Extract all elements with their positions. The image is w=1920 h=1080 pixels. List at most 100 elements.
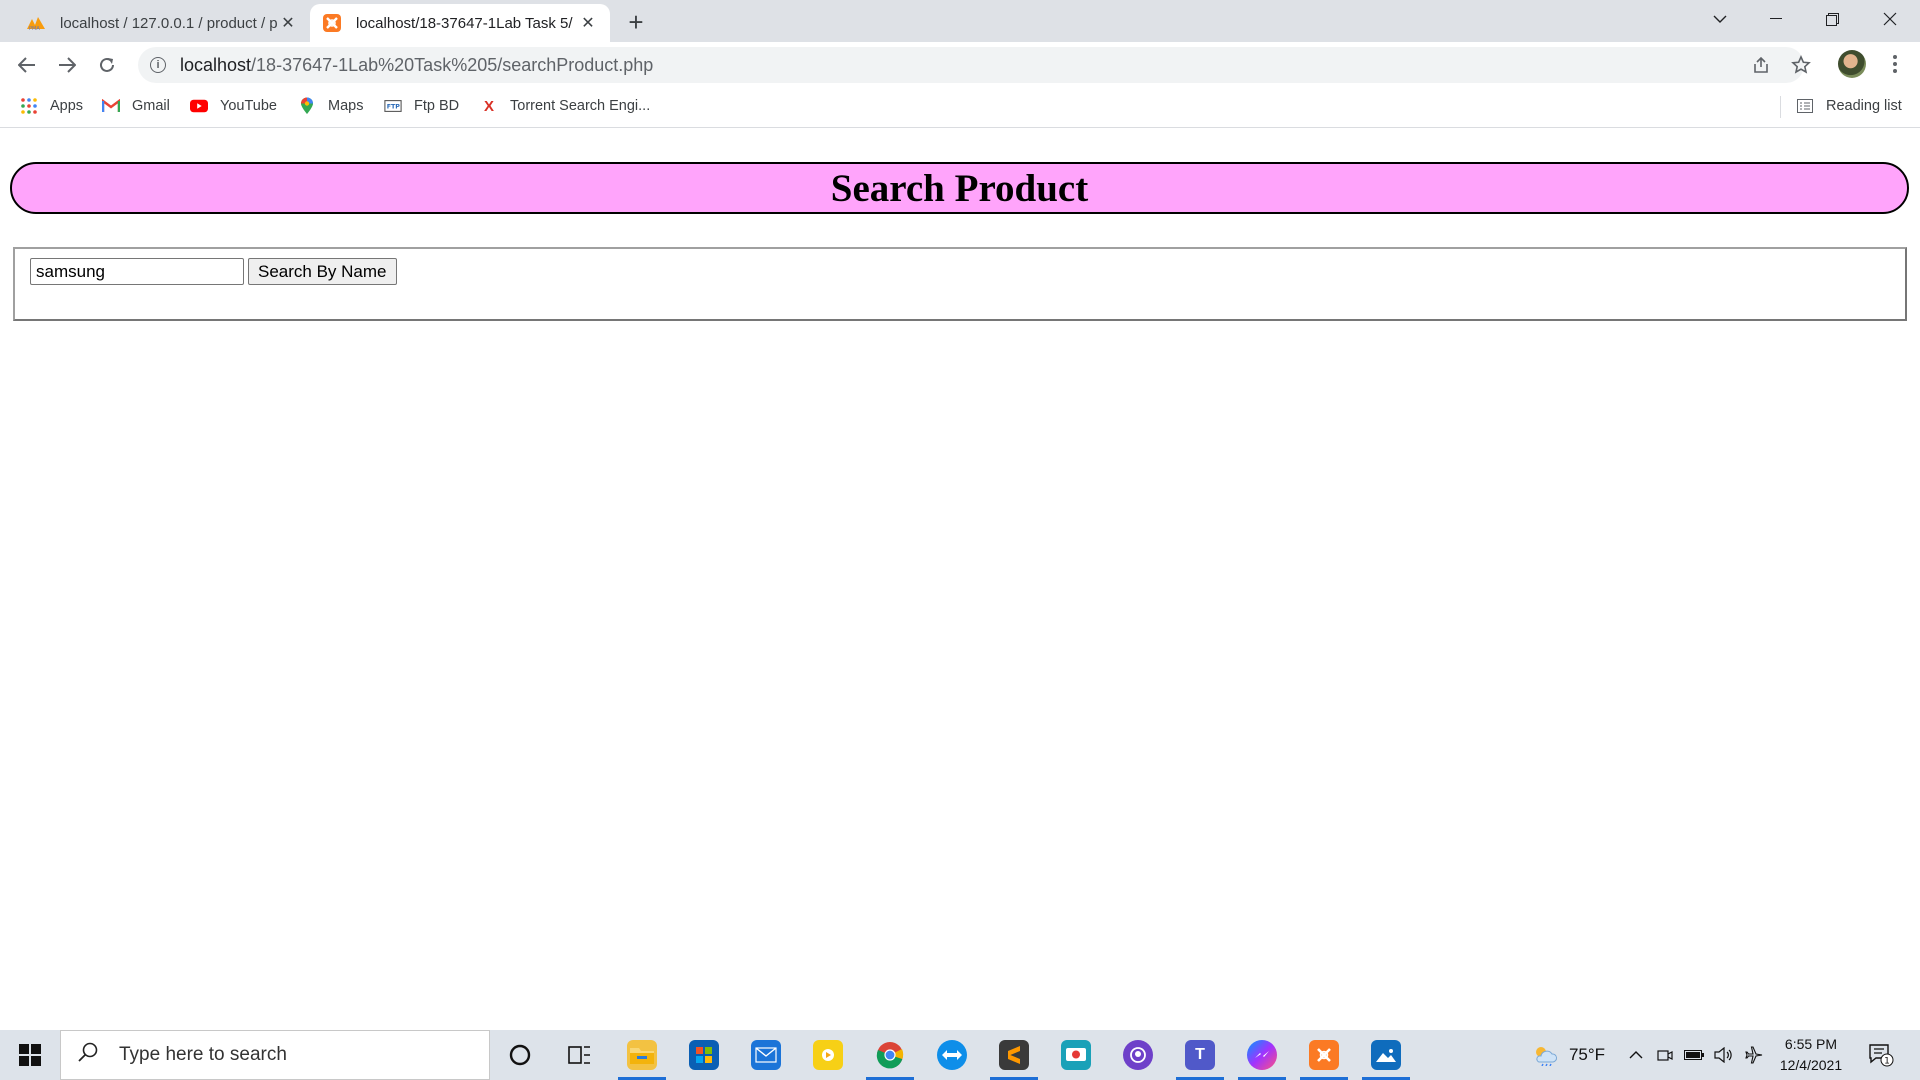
ftp-icon: FTP xyxy=(384,97,402,115)
search-input[interactable] xyxy=(30,258,244,285)
cortana-button[interactable] xyxy=(492,1030,548,1080)
notification-count: 1 xyxy=(1884,1057,1890,1067)
bookmark-label: Gmail xyxy=(132,98,170,114)
tab-title: localhost / 127.0.0.1 / product / p xyxy=(60,14,278,32)
xampp-icon xyxy=(1309,1040,1339,1070)
taskbar-search-placeholder: Type here to search xyxy=(119,1044,287,1065)
tab-close-icon[interactable]: ✕ xyxy=(578,13,598,33)
forward-arrow-icon[interactable] xyxy=(52,50,82,80)
search-icon xyxy=(77,1041,101,1069)
task-view-icon xyxy=(568,1046,590,1064)
taskbar-microsoft-teams[interactable]: T xyxy=(1172,1030,1228,1080)
bookmark-label: YouTube xyxy=(220,98,277,114)
taskbar-microsoft-store[interactable] xyxy=(676,1030,732,1080)
bookmark-gmail[interactable]: Gmail xyxy=(102,88,170,124)
apps-grid-icon xyxy=(20,97,38,115)
tab-search-product[interactable]: localhost/18-37647-1Lab Task 5/ ✕ xyxy=(310,4,610,42)
meet-now-icon[interactable] xyxy=(1652,1030,1678,1080)
search-form: Search By Name xyxy=(13,247,1907,321)
clock-time: 6:55 PM xyxy=(1784,1036,1838,1052)
tab-strip: PMA localhost / 127.0.0.1 / product / p … xyxy=(0,0,1920,42)
gmail-icon xyxy=(102,97,120,115)
taskbar-mail[interactable] xyxy=(738,1030,794,1080)
microsoft-teams-icon: T xyxy=(1185,1040,1215,1070)
sublime-text-icon xyxy=(999,1040,1029,1070)
restore-button[interactable] xyxy=(1804,0,1860,38)
tab-phpmyadmin[interactable]: PMA localhost / 127.0.0.1 / product / p … xyxy=(14,4,310,42)
bookmark-label: Ftp BD xyxy=(414,98,460,114)
taskbar-file-explorer[interactable] xyxy=(614,1030,670,1080)
xampp-icon xyxy=(322,13,342,33)
clock-date: 12/4/2021 xyxy=(1779,1057,1843,1073)
taskbar-teamviewer[interactable] xyxy=(924,1030,980,1080)
windows-start-button[interactable] xyxy=(0,1030,60,1080)
taskbar-xampp[interactable] xyxy=(1296,1030,1352,1080)
tab-title: localhost/18-37647-1Lab Task 5/ xyxy=(356,14,573,32)
taskbar-messenger[interactable] xyxy=(1234,1030,1290,1080)
browser-menu-icon[interactable] xyxy=(1880,50,1910,78)
url-host: localhost xyxy=(180,54,252,75)
taskbar-github-desktop[interactable] xyxy=(1110,1030,1166,1080)
notification-center-icon[interactable]: 1 xyxy=(1866,1040,1896,1070)
battery-icon[interactable] xyxy=(1680,1030,1708,1080)
site-info-icon[interactable]: i xyxy=(150,57,166,73)
taskbar-sublime-text[interactable] xyxy=(986,1030,1042,1080)
microsoft-store-icon xyxy=(689,1040,719,1070)
phpmyadmin-icon: PMA xyxy=(26,13,46,33)
tab-close-icon[interactable]: ✕ xyxy=(278,13,298,33)
page-header: Search Product xyxy=(10,162,1909,214)
minimize-button[interactable] xyxy=(1748,0,1804,38)
taskbar-clock[interactable]: 6:55 PM 12/4/2021 xyxy=(1772,1034,1850,1076)
chrome-icon xyxy=(875,1040,905,1070)
page-title: Search Product xyxy=(830,166,1089,210)
address-bar[interactable]: i localhost/18-37647-1Lab%20Task%205/sea… xyxy=(138,47,1804,83)
bookmark-star-icon[interactable] xyxy=(1786,50,1816,80)
share-icon[interactable] xyxy=(1746,50,1776,80)
task-view-button[interactable] xyxy=(552,1030,608,1080)
search-by-name-button[interactable]: Search By Name xyxy=(248,258,397,285)
reading-list-icon xyxy=(1796,97,1814,115)
show-hidden-icons-chevron-icon[interactable] xyxy=(1622,1030,1650,1080)
github-desktop-icon xyxy=(1123,1040,1153,1070)
browser-toolbar: i localhost/18-37647-1Lab%20Task%205/sea… xyxy=(0,42,1920,88)
teamviewer-icon xyxy=(937,1040,967,1070)
bookmarks-bar: Apps Gmail YouTube Maps FTP Ftp BD X Tor… xyxy=(0,88,1920,128)
airplane-mode-icon[interactable] xyxy=(1740,1030,1768,1080)
windows-logo-icon xyxy=(19,1044,41,1066)
taskbar-photos[interactable] xyxy=(1358,1030,1414,1080)
back-arrow-icon[interactable] xyxy=(12,50,42,80)
taskbar-player[interactable] xyxy=(800,1030,856,1080)
taskbar-chrome[interactable] xyxy=(862,1030,918,1080)
bookmarks-divider xyxy=(1780,96,1781,118)
weather-temperature[interactable]: 75°F xyxy=(1562,1030,1612,1080)
reload-icon[interactable] xyxy=(92,50,122,80)
messenger-icon xyxy=(1247,1040,1277,1070)
mail-icon xyxy=(751,1040,781,1070)
player-icon xyxy=(813,1040,843,1070)
volume-icon[interactable] xyxy=(1710,1030,1736,1080)
bookmark-ftp-bd[interactable]: FTP Ftp BD xyxy=(384,88,459,124)
taskbar-screen-recorder[interactable] xyxy=(1048,1030,1104,1080)
photos-icon xyxy=(1371,1040,1401,1070)
tab-search-dropdown-icon[interactable] xyxy=(1692,0,1748,38)
reading-list-button[interactable]: Reading list xyxy=(1796,88,1902,124)
bookmark-youtube[interactable]: YouTube xyxy=(190,88,277,124)
url-path: /18-37647-1Lab%20Task%205/searchProduct.… xyxy=(251,54,654,75)
file-explorer-icon xyxy=(627,1040,657,1070)
bookmark-maps[interactable]: Maps xyxy=(298,88,363,124)
bookmark-label: Maps xyxy=(328,98,364,114)
new-tab-button[interactable]: + xyxy=(622,7,650,37)
maps-icon xyxy=(298,97,316,115)
profile-avatar[interactable] xyxy=(1838,50,1866,78)
cortana-icon xyxy=(509,1044,531,1066)
svg-text:PMA: PMA xyxy=(29,26,40,31)
bookmark-torrent-search[interactable]: X Torrent Search Engi... xyxy=(480,88,650,124)
address-url[interactable]: localhost/18-37647-1Lab%20Task%205/searc… xyxy=(180,55,653,76)
bookmark-apps[interactable]: Apps xyxy=(20,88,83,124)
bookmark-label: Torrent Search Engi... xyxy=(510,98,651,114)
screen-recorder-icon xyxy=(1061,1040,1091,1070)
weather-icon[interactable] xyxy=(1528,1030,1562,1080)
close-window-button[interactable] xyxy=(1862,0,1918,38)
taskbar-search-box[interactable]: Type here to search xyxy=(60,1030,490,1080)
youtube-icon xyxy=(190,97,208,115)
